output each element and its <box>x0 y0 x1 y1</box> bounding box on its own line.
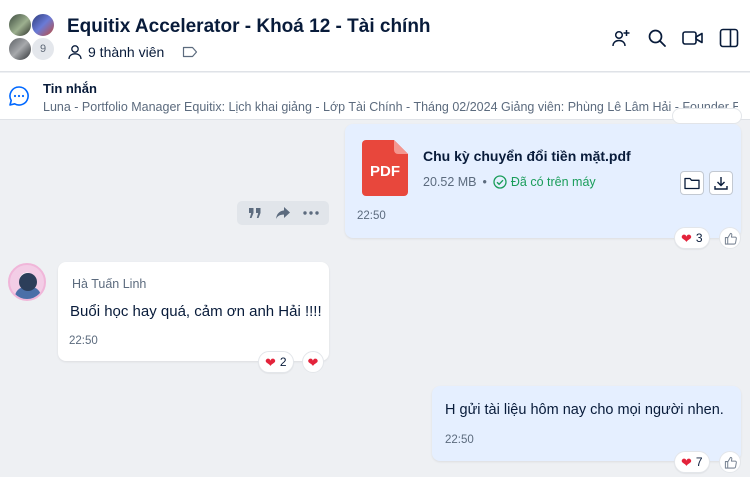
heart-icon: ❤ <box>265 354 276 370</box>
pinned-title: Tin nhắn <box>43 81 97 96</box>
add-member-icon[interactable] <box>610 27 632 49</box>
open-folder-button[interactable] <box>680 171 704 195</box>
sidebar-toggle-icon[interactable] <box>718 27 740 49</box>
reaction-count: 3 <box>695 231 703 245</box>
heart-icon: ❤ <box>681 454 692 470</box>
members-label: 9 thành viên <box>88 44 165 60</box>
heart-icon: ❤ <box>307 354 319 370</box>
file-meta: 20.52 MB • Đã có trên máy <box>423 175 596 189</box>
message-time: 22:50 <box>69 335 98 347</box>
download-status-label: Đã có trên máy <box>510 175 596 189</box>
received-message[interactable]: Hà Tuấn Linh Buổi học hay quá, cảm ơn an… <box>58 262 329 361</box>
check-circle-icon <box>493 175 507 189</box>
message-text: H gửi tài liệu hôm nay cho mọi người nhe… <box>445 402 724 418</box>
reaction-count: 2 <box>279 355 287 369</box>
video-call-icon[interactable] <box>682 27 704 49</box>
message-time: 22:50 <box>445 434 474 446</box>
message-actions-toolbar <box>237 201 329 225</box>
members-link[interactable]: 9 thành viên <box>67 44 203 60</box>
heart-icon: ❤ <box>681 230 692 246</box>
member-avatar <box>31 13 55 37</box>
chat-bubble-icon <box>8 85 30 112</box>
tag-icon[interactable] <box>182 46 203 58</box>
reaction-count: 7 <box>695 455 703 469</box>
sender-avatar[interactable] <box>8 263 46 301</box>
pdf-label: PDF <box>370 163 400 180</box>
member-count-badge: 9 <box>31 37 55 61</box>
message-text: Buổi học hay quá, cảm ơn anh Hải !!!! <box>70 303 322 320</box>
pdf-file-icon: PDF <box>362 140 408 196</box>
forward-icon[interactable] <box>272 202 294 224</box>
reaction-summary[interactable]: ❤ 7 <box>674 451 710 473</box>
reaction-summary[interactable]: ❤ 3 <box>674 227 710 249</box>
member-avatar <box>8 37 32 61</box>
meta-separator: • <box>482 175 487 189</box>
file-message[interactable]: PDF Chu kỳ chuyển đổi tiền mặt.pdf 20.52… <box>345 124 741 238</box>
more-icon[interactable] <box>300 202 322 224</box>
folder-icon <box>684 177 700 190</box>
thumbs-up-icon[interactable] <box>719 451 741 473</box>
sent-message[interactable]: H gửi tài liệu hôm nay cho mọi người nhe… <box>432 386 741 461</box>
quote-icon[interactable] <box>244 202 266 224</box>
download-icon <box>714 177 728 190</box>
conversation-title[interactable]: Equitix Accelerator - Khoá 12 - Tài chín… <box>67 16 431 38</box>
file-size: 20.52 MB <box>423 175 477 189</box>
heart-react-button[interactable]: ❤ <box>302 351 324 373</box>
person-icon <box>68 45 82 60</box>
thumbs-up-icon[interactable] <box>719 227 741 249</box>
chat-header: 9 Equitix Accelerator - Khoá 12 - Tài ch… <box>0 0 750 72</box>
pinned-preview: Luna - Portfolio Manager Equitix: Lịch k… <box>43 100 738 114</box>
previous-reaction-stub <box>672 108 742 124</box>
download-button[interactable] <box>709 171 733 195</box>
avatar-face <box>19 273 37 291</box>
member-avatar <box>8 13 32 37</box>
group-avatar[interactable]: 9 <box>8 13 56 61</box>
message-time: 22:50 <box>357 210 386 222</box>
reaction-summary[interactable]: ❤ 2 <box>258 351 294 373</box>
sender-name[interactable]: Hà Tuấn Linh <box>72 277 146 291</box>
download-status: Đã có trên máy <box>493 175 596 189</box>
file-name[interactable]: Chu kỳ chuyển đổi tiền mặt.pdf <box>423 148 631 164</box>
pinned-message-bar[interactable]: Tin nhắn Luna - Portfolio Manager Equiti… <box>0 73 750 120</box>
search-icon[interactable] <box>646 27 668 49</box>
